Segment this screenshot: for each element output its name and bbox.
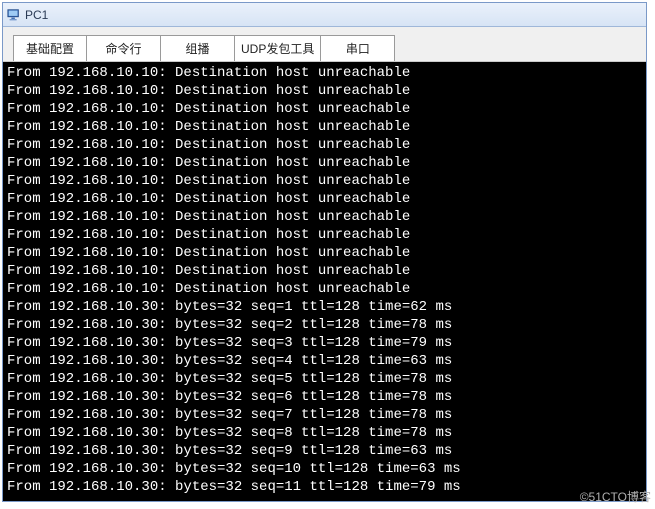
- terminal-line: From 192.168.10.30: bytes=32 seq=7 ttl=1…: [7, 406, 642, 424]
- terminal-line: From 192.168.10.30: bytes=32 seq=10 ttl=…: [7, 460, 642, 478]
- tab-command-line[interactable]: 命令行: [87, 35, 161, 61]
- terminal-line: From 192.168.10.30: bytes=32 seq=9 ttl=1…: [7, 442, 642, 460]
- titlebar: PC1: [3, 3, 646, 27]
- terminal-line: From 192.168.10.30: bytes=32 seq=6 ttl=1…: [7, 388, 642, 406]
- terminal-line: From 192.168.10.10: Destination host unr…: [7, 172, 642, 190]
- tab-label: 命令行: [105, 40, 141, 57]
- terminal-line: From 192.168.10.10: Destination host unr…: [7, 226, 642, 244]
- tab-label: 组播: [185, 40, 209, 57]
- terminal-line: From 192.168.10.30: bytes=32 seq=5 ttl=1…: [7, 370, 642, 388]
- tab-serial[interactable]: 串口: [321, 35, 395, 61]
- terminal-line: From 192.168.10.30: bytes=32 seq=1 ttl=1…: [7, 298, 642, 316]
- terminal-line: From 192.168.10.30: bytes=32 seq=4 ttl=1…: [7, 352, 642, 370]
- terminal-line: From 192.168.10.10: Destination host unr…: [7, 136, 642, 154]
- watermark: ©51CTO博客: [580, 488, 651, 505]
- terminal-line: From 192.168.10.10: Destination host unr…: [7, 208, 642, 226]
- pc-icon: [7, 8, 21, 22]
- terminal-line: From 192.168.10.10: Destination host unr…: [7, 82, 642, 100]
- terminal-line: From 192.168.10.30: bytes=32 seq=11 ttl=…: [7, 478, 642, 496]
- terminal-line: From 192.168.10.10: Destination host unr…: [7, 244, 642, 262]
- terminal-line: From 192.168.10.10: Destination host unr…: [7, 64, 642, 82]
- terminal-line: From 192.168.10.10: Destination host unr…: [7, 190, 642, 208]
- terminal-output[interactable]: From 192.168.10.10: Destination host unr…: [3, 62, 646, 501]
- tab-basic-config[interactable]: 基础配置: [13, 35, 87, 61]
- tabbar: 基础配置 命令行 组播 UDP发包工具 串口: [3, 27, 646, 62]
- terminal-line: From 192.168.10.10: Destination host unr…: [7, 118, 642, 136]
- tab-multicast[interactable]: 组播: [161, 35, 235, 61]
- window-title: PC1: [25, 8, 48, 22]
- terminal-line: From 192.168.10.30: bytes=32 seq=8 ttl=1…: [7, 424, 642, 442]
- tab-udp-tool[interactable]: UDP发包工具: [235, 35, 321, 61]
- terminal-line: From 192.168.10.10: Destination host unr…: [7, 154, 642, 172]
- terminal-line: From 192.168.10.10: Destination host unr…: [7, 100, 642, 118]
- tab-label: 基础配置: [26, 40, 74, 57]
- terminal-line: From 192.168.10.30: bytes=32 seq=3 ttl=1…: [7, 334, 642, 352]
- tab-label: 串口: [346, 40, 370, 57]
- terminal-line: From 192.168.10.10: Destination host unr…: [7, 262, 642, 280]
- tab-label: UDP发包工具: [241, 40, 314, 57]
- app-window: PC1 基础配置 命令行 组播 UDP发包工具 串口 From 192.168.…: [2, 2, 647, 502]
- terminal-line: From 192.168.10.30: bytes=32 seq=2 ttl=1…: [7, 316, 642, 334]
- terminal-line: From 192.168.10.10: Destination host unr…: [7, 280, 642, 298]
